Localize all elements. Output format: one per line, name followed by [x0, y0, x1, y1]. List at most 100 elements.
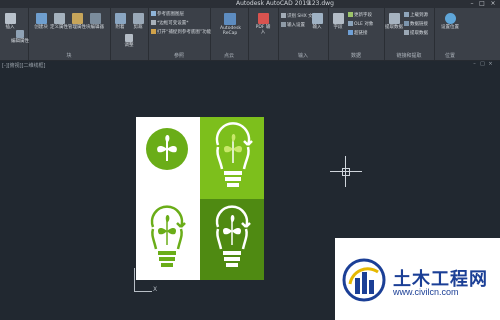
leaf-circle-logo — [146, 128, 188, 170]
insert-button[interactable]: 插入 — [1, 13, 19, 30]
underlay-layers-button[interactable]: 参考底图图层 — [151, 11, 184, 18]
ribbon-group-insert: 插入 编辑属性 — [0, 8, 29, 60]
clip-icon — [132, 13, 144, 24]
ribbon-group-reference-tools: 附着 剪裁 调整 — [110, 8, 149, 60]
frame-variable-button[interactable]: *边框可变设置* — [151, 20, 189, 27]
file-name: 123.dwg — [308, 0, 334, 7]
attach-button[interactable]: 附着 — [111, 13, 129, 30]
upload-source-button[interactable]: 上载到源 — [404, 12, 428, 19]
manage-attribute-button[interactable]: 管理属性 — [68, 13, 86, 30]
manage-attribute-icon — [71, 13, 83, 24]
ribbon-group-point-cloud: Autodesk ReCap 点云 — [210, 8, 249, 60]
table-icon — [404, 30, 409, 35]
define-attribute-button[interactable]: 定义属性 — [50, 13, 68, 30]
update-fields-button[interactable]: 更新字段 — [348, 12, 372, 19]
inserted-lightbulb-image[interactable] — [136, 117, 264, 280]
ribbon-group-block: 创建块 定义属性 管理属性 块编辑器 块 — [28, 8, 111, 60]
ribbon-group-label: 参照 — [173, 53, 184, 59]
viewport-restore-icon[interactable]: □ — [480, 62, 485, 67]
ucs-x-axis — [134, 291, 152, 292]
insert-block-icon — [4, 13, 16, 24]
hyperlink-button[interactable]: 超链接 — [348, 30, 368, 37]
ribbon-group-label: 链接和提取 — [396, 53, 422, 59]
manage-attribute-label: 管理属性 — [68, 25, 86, 30]
settings-icon — [281, 22, 286, 27]
field-button[interactable]: 字段 — [329, 13, 347, 30]
ribbon-group-label: 点云 — [223, 53, 234, 59]
pdf-import-label: PDF 输入 — [255, 25, 271, 35]
adjust-label: 调整 — [124, 43, 134, 48]
paperclip-icon — [114, 13, 126, 24]
adjust-button[interactable]: 调整 — [120, 34, 138, 48]
block-editor-button[interactable]: 块编辑器 — [86, 13, 104, 30]
ribbon-group-label: 数据 — [350, 53, 361, 59]
ucs-x-label: X — [153, 286, 158, 293]
watermark-logo-icon — [342, 258, 386, 302]
data-link-button[interactable]: 数据链接 — [404, 21, 428, 28]
ucs-y-axis — [134, 268, 135, 292]
extract-data-button[interactable]: 提取数据 — [385, 13, 403, 30]
data-link-label: 数据链接 — [410, 22, 428, 27]
snap-underlay-label: 打开“捕捉到参考底图”功能 — [157, 30, 212, 35]
ribbon-group-label: 位置 — [444, 53, 455, 59]
import-settings-button[interactable]: 输入设置 — [281, 22, 305, 29]
set-location-label: 设置位置 — [441, 25, 459, 30]
clip-button[interactable]: 剪裁 — [129, 13, 147, 30]
import-button[interactable]: 输入 — [308, 13, 326, 30]
upload-source-label: 上载到源 — [410, 13, 428, 18]
close-icon[interactable]: × — [489, 0, 497, 8]
ribbon-group-label: 块 — [66, 53, 72, 59]
pdf-icon — [257, 13, 269, 24]
create-block-label: 创建块 — [34, 25, 48, 30]
block-editor-label: 块编辑器 — [86, 25, 104, 30]
text-recognize-icon — [281, 13, 286, 18]
link-icon — [404, 21, 409, 26]
crosshair-pickbox — [342, 168, 350, 176]
hyperlink-icon — [348, 30, 353, 35]
clip-label: 剪裁 — [133, 25, 143, 30]
ribbon-group-label: 输入 — [297, 53, 308, 59]
ole-object-button[interactable]: OLE 对象 — [348, 21, 373, 28]
ribbon-group-location: 设置位置 位置 — [434, 8, 466, 60]
upload-icon — [404, 12, 409, 17]
refresh-icon — [348, 12, 353, 17]
watermark-url: www.civilcn.com — [393, 287, 459, 297]
field-icon — [332, 13, 344, 24]
ribbon-group-import: 识别 SHX 文字 输入设置 输入 输入 — [278, 8, 329, 60]
ribbon-group-data: 字段 更新字段 OLE 对象 超链接 数据 — [328, 8, 385, 60]
snap-underlay-button[interactable]: 打开“捕捉到参考底图”功能 — [151, 29, 211, 36]
recap-button[interactable]: Autodesk ReCap — [220, 13, 241, 36]
create-block-button[interactable]: 创建块 — [32, 13, 50, 30]
create-block-icon — [35, 13, 47, 24]
import-label: 输入 — [312, 25, 322, 30]
ribbon: 插入 编辑属性 创建块 定义属性 管理属性 块编辑器 块 附着 剪裁 调整 参考… — [0, 8, 500, 61]
import-settings-label: 输入设置 — [287, 23, 305, 28]
update-fields-label: 更新字段 — [354, 13, 372, 18]
viewport-controls[interactable]: [-][俯视][二维线框] — [2, 62, 46, 69]
maximize-icon[interactable]: □ — [478, 0, 486, 8]
hyperlink-label: 超链接 — [354, 31, 368, 36]
attach-label: 附着 — [115, 25, 125, 30]
recap-icon — [224, 13, 236, 25]
viewport-close-icon[interactable]: × — [488, 62, 493, 67]
viewport-minimize-icon[interactable]: – — [472, 62, 477, 67]
ribbon-group-reference: 参考底图图层 *边框可变设置* 打开“捕捉到参考底图”功能 参照 — [148, 8, 211, 60]
block-editor-icon — [89, 13, 101, 24]
extract-data-label: 提取数据 — [385, 25, 403, 30]
set-location-button[interactable]: 设置位置 — [441, 13, 459, 30]
title-bar: Autodesk AutoCAD 2019 123.dwg – □ × — [0, 0, 500, 8]
pdf-import-button[interactable]: PDF 输入 — [254, 13, 272, 35]
extract-data-small-button[interactable]: 提取数据 — [404, 30, 428, 37]
frame-variable-label: *边框可变设置* — [157, 21, 189, 26]
extract-data-small-label: 提取数据 — [410, 31, 428, 36]
ole-icon — [348, 21, 353, 26]
underlay-layers-label: 参考底图图层 — [157, 12, 184, 17]
snap-icon — [151, 29, 156, 34]
edit-attribute-button[interactable]: 编辑属性 — [11, 30, 29, 44]
minimize-icon[interactable]: – — [468, 0, 476, 8]
layers-icon — [151, 11, 156, 16]
adjust-icon — [125, 34, 133, 42]
extract-icon — [388, 13, 400, 24]
edit-attribute-label: 编辑属性 — [11, 39, 29, 44]
define-attribute-icon — [53, 13, 65, 24]
